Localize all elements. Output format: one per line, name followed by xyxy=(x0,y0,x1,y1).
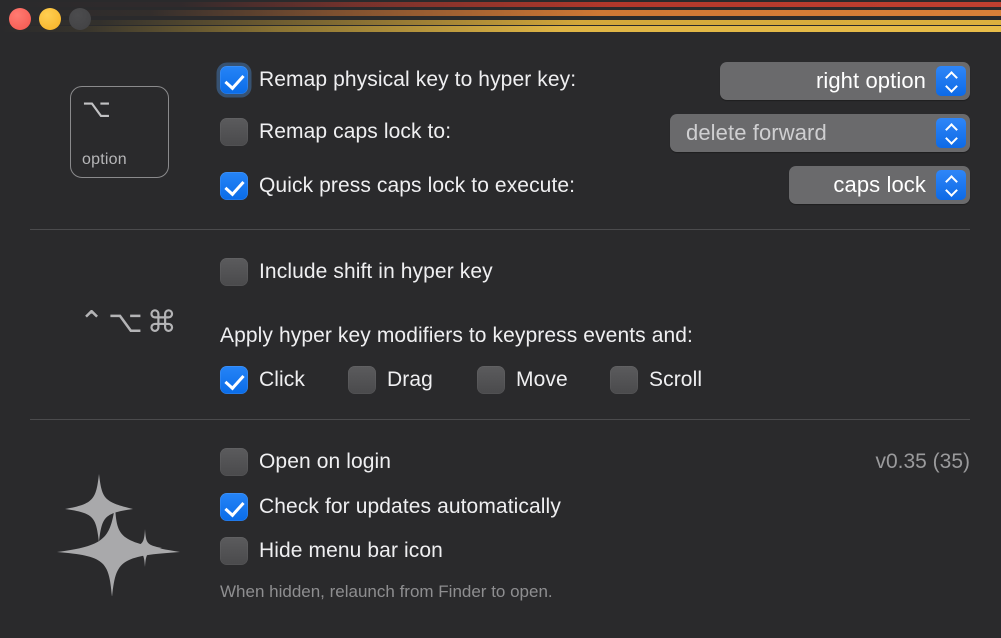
checkbox-scroll[interactable] xyxy=(610,366,638,394)
modifier-glyphs-icon: ⌃⌥⌘ xyxy=(79,305,181,340)
checkbox-drag[interactable] xyxy=(348,366,376,394)
app-window: ⌥ option Remap physical key to hyper key… xyxy=(0,0,1001,638)
version-label: v0.35 (35) xyxy=(875,450,970,473)
chevron-down-icon xyxy=(946,187,957,193)
option-key-name: option xyxy=(82,151,127,168)
row-event-scroll[interactable]: Scroll xyxy=(610,366,702,394)
label-scroll: Scroll xyxy=(649,368,703,391)
row-event-move[interactable]: Move xyxy=(477,366,568,394)
row-check-updates[interactable]: Check for updates automatically xyxy=(220,493,561,521)
dropdown-hyper-key-value: right option xyxy=(815,68,926,93)
chevron-up-icon xyxy=(946,176,957,182)
checkbox-hide-menu-bar[interactable] xyxy=(220,537,248,565)
stripe-amber xyxy=(0,20,1001,25)
stripe-orange xyxy=(0,10,1001,16)
chevron-up-icon xyxy=(946,124,957,130)
decorative-stripes xyxy=(0,0,1001,40)
stripe-yellow xyxy=(0,26,1001,32)
row-remap-physical-key[interactable]: Remap physical key to hyper key: xyxy=(220,66,576,94)
chevron-down-icon xyxy=(946,135,957,141)
checkbox-remap-physical-key[interactable] xyxy=(220,66,248,94)
stripe-red xyxy=(0,2,1001,7)
row-event-drag[interactable]: Drag xyxy=(348,366,433,394)
minimize-button[interactable] xyxy=(39,8,61,30)
checkbox-include-shift[interactable] xyxy=(220,258,248,286)
close-button[interactable] xyxy=(9,8,31,30)
sparkles-icon xyxy=(55,466,185,597)
row-remap-caps-lock[interactable]: Remap caps lock to: xyxy=(220,118,451,146)
row-open-on-login[interactable]: Open on login xyxy=(220,448,391,476)
checkbox-remap-caps-lock[interactable] xyxy=(220,118,248,146)
row-hide-menu-bar[interactable]: Hide menu bar icon xyxy=(220,537,443,565)
divider-1 xyxy=(30,229,970,230)
chevron-down-icon xyxy=(946,83,957,89)
hint-hide-menu-bar: When hidden, relaunch from Finder to ope… xyxy=(220,582,553,601)
stepper-hyper-key-icon[interactable] xyxy=(936,66,966,96)
checkbox-check-updates[interactable] xyxy=(220,493,248,521)
label-check-updates: Check for updates automatically xyxy=(259,495,561,518)
label-open-on-login: Open on login xyxy=(259,450,392,473)
dropdown-quick-press[interactable]: caps lock xyxy=(789,166,970,204)
dropdown-caps-lock-remap[interactable]: delete forward xyxy=(670,114,970,152)
label-quick-press-caps-lock: Quick press caps lock to execute: xyxy=(259,174,576,197)
option-key-cap-icon: ⌥ option xyxy=(70,86,169,178)
option-glyph: ⌥ xyxy=(82,94,111,123)
label-hide-menu-bar: Hide menu bar icon xyxy=(259,539,443,562)
label-click: Click xyxy=(259,368,305,391)
heading-apply-modifiers: Apply hyper key modifiers to keypress ev… xyxy=(220,324,693,347)
checkbox-move[interactable] xyxy=(477,366,505,394)
dropdown-quick-press-value: caps lock xyxy=(833,172,926,197)
zoom-button xyxy=(69,8,91,30)
label-move: Move xyxy=(516,368,568,391)
checkbox-click[interactable] xyxy=(220,366,248,394)
dropdown-hyper-key[interactable]: right option xyxy=(720,62,970,100)
row-event-click[interactable]: Click xyxy=(220,366,305,394)
label-drag: Drag xyxy=(387,368,433,391)
divider-2 xyxy=(30,419,970,420)
label-remap-caps-lock: Remap caps lock to: xyxy=(259,120,452,143)
checkbox-quick-press-caps-lock[interactable] xyxy=(220,172,248,200)
stepper-quick-press-icon[interactable] xyxy=(936,170,966,200)
window-controls xyxy=(9,8,91,30)
stepper-caps-lock-remap-icon[interactable] xyxy=(936,118,966,148)
label-include-shift: Include shift in hyper key xyxy=(259,260,493,283)
chevron-up-icon xyxy=(946,72,957,78)
settings-content: ⌥ option Remap physical key to hyper key… xyxy=(0,46,1001,638)
checkbox-open-on-login[interactable] xyxy=(220,448,248,476)
row-include-shift[interactable]: Include shift in hyper key xyxy=(220,258,493,286)
label-remap-physical-key: Remap physical key to hyper key: xyxy=(259,68,577,91)
dropdown-caps-lock-remap-value: delete forward xyxy=(686,120,827,145)
row-quick-press-caps-lock[interactable]: Quick press caps lock to execute: xyxy=(220,172,575,200)
